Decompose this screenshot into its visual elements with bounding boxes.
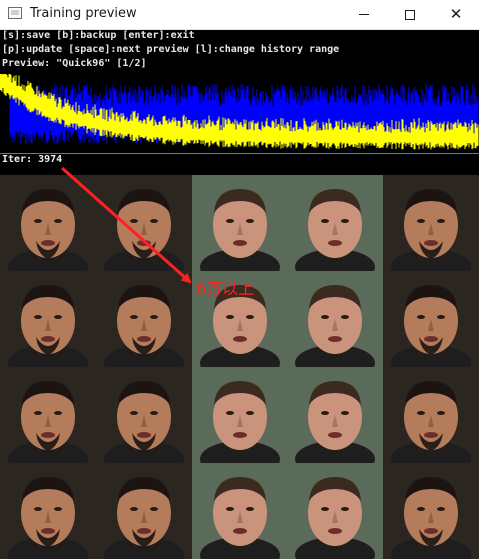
preview-face-tile bbox=[287, 175, 384, 271]
preview-face-tile bbox=[95, 175, 192, 271]
preview-face-tile bbox=[0, 367, 96, 463]
preview-face-tile bbox=[383, 175, 479, 271]
preview-face-tile bbox=[287, 271, 384, 367]
preview-face-tile bbox=[383, 367, 479, 463]
preview-face-tile bbox=[191, 367, 288, 463]
preview-face-tile bbox=[95, 463, 192, 559]
title-bar: Training preview ✕ bbox=[0, 0, 479, 30]
preview-face-tile bbox=[383, 463, 479, 559]
help-line-2: [p]:update [space]:next preview [l]:chan… bbox=[2, 44, 340, 55]
preview-face-tile bbox=[95, 271, 192, 367]
preview-face-tile bbox=[191, 463, 288, 559]
preview-face-grid bbox=[0, 175, 479, 559]
preview-face-tile bbox=[191, 175, 288, 271]
help-line-1: [s]:save [b]:backup [enter]:exit bbox=[2, 30, 195, 41]
close-button[interactable]: ✕ bbox=[433, 0, 479, 29]
annotation-label: 6万以上 bbox=[196, 279, 255, 298]
minimize-icon bbox=[359, 14, 369, 15]
iteration-counter: Iter: 3974 bbox=[2, 154, 63, 165]
preview-face-tile bbox=[287, 367, 384, 463]
app-window-icon bbox=[8, 7, 22, 19]
minimize-button[interactable] bbox=[341, 0, 387, 29]
loss-history-graph bbox=[0, 74, 479, 154]
preview-face-tile bbox=[383, 271, 479, 367]
close-icon: ✕ bbox=[449, 5, 463, 23]
window-title: Training preview bbox=[30, 6, 137, 21]
maximize-icon bbox=[405, 9, 415, 20]
preview-face-tile bbox=[0, 463, 96, 559]
preview-face-tile bbox=[0, 271, 96, 367]
preview-face-tile bbox=[95, 367, 192, 463]
preview-label: Preview: "Quick96" [1/2] bbox=[2, 58, 147, 69]
maximize-button[interactable] bbox=[387, 0, 433, 29]
preview-face-tile bbox=[0, 175, 96, 271]
preview-face-tile bbox=[287, 463, 384, 559]
